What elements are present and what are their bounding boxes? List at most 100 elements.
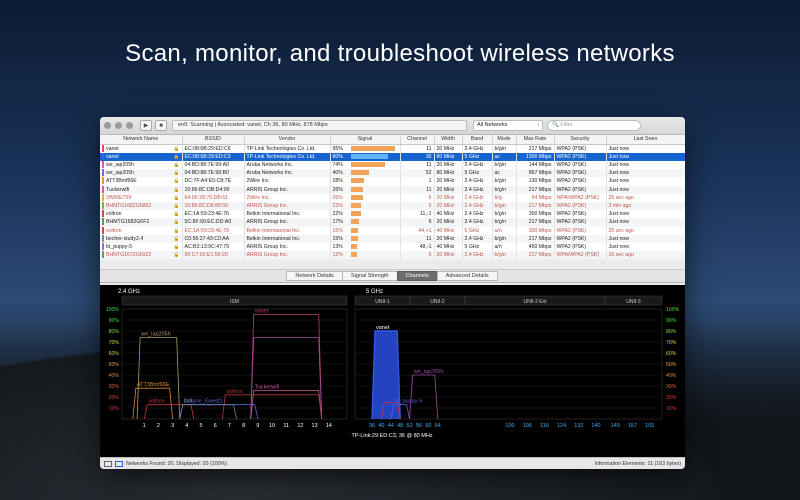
network-label: sofi [184, 399, 193, 405]
table-row[interactable]: vanet 🔒 EC:08:6B:29:ED:C6 TP-Link Technolo… [100, 144, 685, 153]
network-name: 2WIRE759 [106, 194, 132, 201]
minimize-window-button[interactable] [115, 122, 122, 129]
cell-signal: 17% [330, 218, 401, 227]
column-header-band[interactable]: Band [462, 135, 493, 145]
cell-channel: 1 [400, 177, 435, 186]
stop-icon[interactable]: ■ [155, 120, 167, 131]
y-tick-label-left: 10% [109, 406, 120, 412]
cell-seen: Just now [606, 210, 685, 219]
lock-icon: 🔒 [173, 235, 180, 241]
table-row[interactable]: BHNTG1682G6852 🔒 10:86:8C:D8:88:50 ARRIS G… [100, 201, 685, 211]
cell-width: 20 MHz [434, 193, 463, 202]
y-tick-label-left: 100% [106, 307, 120, 313]
signal-percent: 13% [332, 243, 343, 250]
table-row[interactable]: we_iap205h 🔒 04:BD:88:7E:99:A0 Aruba Netwo… [100, 160, 685, 170]
tab-channels[interactable]: Channels [396, 271, 438, 281]
column-header-channel[interactable]: Channel [400, 135, 435, 145]
cell-mode: ac [492, 169, 517, 178]
cell-name: bt_puppy-5 🔒 [100, 242, 183, 252]
column-header-signal[interactable]: Signal [330, 135, 401, 145]
cell-mode: b/g [492, 193, 517, 202]
cell-seen: Just now [606, 185, 685, 194]
y-tick-label-right: 100% [666, 307, 680, 313]
column-header-width[interactable]: Width [434, 135, 463, 145]
signal-percent: 22% [332, 211, 343, 218]
cell-channel: 36 [400, 152, 435, 161]
table-row[interactable]: 2WIRE759 🔒 64:0F:28:76:DB:61 2Wire Inc. 26%… [100, 193, 685, 202]
network-filter-select[interactable]: All Networks ↕ [473, 120, 543, 131]
table-row[interactable]: Tuckerwifi 🔒 10:86:8C:DB:D4:00 ARRIS Group… [100, 185, 685, 194]
y-tick-label-right: 20% [666, 395, 677, 401]
search-input[interactable]: 🔍 Filter [547, 120, 641, 131]
cell-name: 2WIRE759 🔒 [100, 193, 183, 202]
y-tick-label-left: 80% [109, 329, 120, 335]
x-tick-label-24: 3 [171, 423, 174, 429]
signal-bar [350, 162, 385, 168]
x-tick-label-24: 10 [269, 423, 275, 429]
signal-percent: 80% [332, 153, 343, 160]
y-tick-label-left: 20% [109, 395, 120, 401]
cell-width: 40 MHz [434, 242, 463, 252]
cell-security: WPA2 (PSK) [554, 234, 607, 243]
cell-band: 2.4 GHz [462, 201, 493, 211]
network-name: vanet [106, 153, 119, 160]
column-header-last-seen[interactable]: Last Seen [606, 135, 685, 145]
cell-signal: 13% [330, 242, 401, 252]
signal-bar [350, 145, 395, 151]
display-icon[interactable] [115, 460, 123, 467]
column-header-security[interactable]: Security [554, 135, 607, 145]
table-row[interactable]: we_iap205h 🔒 04:BD:88:7E:99:B0 Aruba Netwo… [100, 169, 685, 178]
cell-vendor: ARRIS Group Inc. [244, 242, 331, 252]
cell-band: 2.4 GHz [462, 218, 493, 227]
cell-band: 2.4 GHz [462, 177, 493, 186]
table-row[interactable]: ATT3Bmf66E 🔒 DC:7F:A4:E5:C8:7E 2Wire Inc. 2… [100, 177, 685, 186]
close-window-button[interactable] [104, 122, 111, 129]
chevron-down-icon: ↕ [537, 122, 541, 128]
network-label: Tuckerwifi [255, 384, 280, 390]
cell-width: 20 MHz [434, 201, 463, 211]
table-row[interactable]: becher-study2.4 🔒 C0:56:27:43:C0:AA Belkin… [100, 234, 685, 243]
tab-network-details[interactable]: Network Details [286, 271, 343, 281]
cell-rate: 144 Mbps [516, 160, 555, 170]
cell-bssid: 10:86:8C:D8:88:50 [182, 201, 245, 211]
x-tick-label-5-high: 140 [591, 423, 600, 429]
network-color-swatch [102, 193, 104, 201]
table-row[interactable]: BHMTG1682G6F2 🔒 5C:8F:60:EC:DD:A0 ARRIS Gr… [100, 218, 685, 227]
table-row[interactable]: bt_puppy-5 🔒 AC:B3:13:9C:47:70 ARRIS Group… [100, 242, 685, 252]
cell-band: 2.4 GHz [462, 234, 493, 243]
cell-seen: Just now [606, 144, 685, 153]
table-row[interactable]: BHNTG1672G6922 🔒 90:C7:92:E1:59:20 ARRIS G… [100, 251, 685, 260]
cell-seen: 25 sec ago [606, 193, 685, 202]
cell-width: 20 MHz [434, 160, 463, 170]
x-tick-label-24: 13 [312, 423, 318, 429]
column-header-mode[interactable]: Mode [492, 135, 517, 145]
tab-advanced-details[interactable]: Advanced Details [436, 271, 498, 281]
signal-percent: 22% [332, 202, 343, 209]
x-tick-label-24: 8 [242, 423, 245, 429]
column-header-network-name[interactable]: Network Name [100, 135, 183, 145]
sidebar-toggle-icon[interactable] [104, 460, 112, 467]
column-header-max-rate[interactable]: Max Rate [516, 135, 555, 145]
table-row[interactable]: vanet 🔒 EC:08:6B:29:ED:C3 TP-Link Technolo… [100, 152, 685, 161]
lock-icon: 🔒 [173, 202, 180, 208]
play-icon[interactable]: ▶ [140, 120, 152, 131]
column-header-bssid[interactable]: BSSID [182, 135, 245, 145]
zoom-window-button[interactable] [126, 122, 133, 129]
tab-signal-strength[interactable]: Signal Strength [341, 271, 398, 281]
table-row[interactable]: voltron 🔒 EC:1A:59:23:4E:76 Belkin Interna… [100, 210, 685, 219]
cell-name: ATT3Bmf66E 🔒 [100, 177, 183, 186]
cell-name: BHNTG1672G6922 🔒 [100, 251, 183, 260]
cell-mode: b/g/n [492, 144, 517, 153]
x-tick-label-5-high: 157 [628, 423, 637, 429]
y-tick-label-right: 10% [666, 406, 677, 412]
toolbar: ▶ ■ en0: Scanning | Associated: vanet, C… [100, 117, 685, 135]
column-header-vendor[interactable]: Vendor [244, 135, 331, 145]
cell-channel: 11 [400, 234, 435, 243]
cell-band: 5 GHz [462, 226, 493, 235]
table-row[interactable]: voltron 🔒 EC:1A:59:23:4E:78 Belkin Interna… [100, 226, 685, 235]
x-tick-label-5-high: 124 [557, 423, 566, 429]
cell-width: 20 MHz [434, 177, 463, 186]
signal-percent: 28% [332, 178, 343, 185]
cell-signal: 22% [330, 201, 401, 211]
network-color-swatch [102, 243, 104, 251]
